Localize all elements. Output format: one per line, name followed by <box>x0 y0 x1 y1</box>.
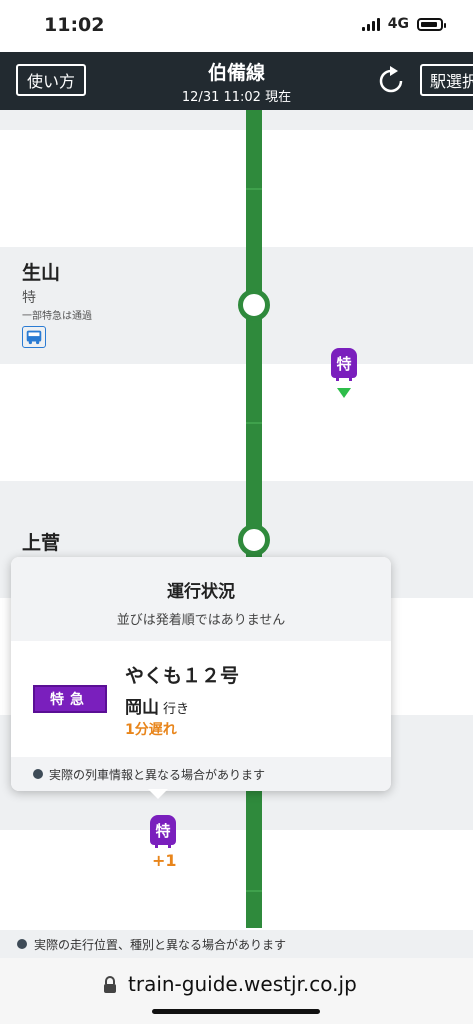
train-count-badge: +1 <box>152 851 177 870</box>
info-dot-icon <box>17 939 27 949</box>
track-tick <box>246 890 262 892</box>
line-track <box>246 110 262 928</box>
status-bar: 11:02 4G <box>0 0 473 52</box>
train-type-badge: 特急 <box>33 685 107 713</box>
popup-subtitle: 並びは発着順ではありません <box>116 613 286 628</box>
section-band <box>0 110 473 130</box>
delay-status: 1分遅れ <box>125 722 177 738</box>
station-stop-type: 特 <box>22 290 36 306</box>
popup-header: 運行状況 並びは発着順ではありません <box>11 557 391 641</box>
track-tick <box>246 188 262 190</box>
app-header: 使い方 伯備線 12/31 11:02 現在 駅選択 <box>0 52 473 110</box>
popup-footer-text: 実際の列車情報と異なる場合があります <box>49 768 266 782</box>
destination-name: 岡山 <box>125 698 159 718</box>
home-indicator[interactable] <box>152 1009 320 1014</box>
network-label: 4G <box>387 16 409 32</box>
station-name[interactable]: 上菅 <box>22 528 60 555</box>
popup-title: 運行状況 <box>167 582 235 602</box>
refresh-icon[interactable] <box>374 64 408 98</box>
bottom-disclaimer-text: 実際の走行位置、種別と異なる場合があります <box>34 938 287 952</box>
station-note: 一部特急は通過 <box>22 311 92 322</box>
station-band <box>0 247 473 364</box>
battery-icon <box>417 17 446 31</box>
status-time: 11:02 <box>44 14 105 36</box>
operation-status-popup: 運行状況 並びは発着順ではありません 特急 やくも１２号 岡山 行き 1分遅れ 実… <box>11 557 391 791</box>
direction-down-icon <box>337 388 351 398</box>
bus-icon[interactable] <box>22 326 46 348</box>
bottom-disclaimer: 実際の走行位置、種別と異なる場合があります <box>0 930 473 958</box>
train-destination: 岡山 行き <box>125 693 189 718</box>
popup-pointer <box>148 789 168 799</box>
info-dot-icon <box>33 769 43 779</box>
train-marker-limited-express[interactable]: 特 <box>150 815 176 848</box>
browser-url-bar[interactable]: train-guide.westjr.co.jp <box>0 958 473 1024</box>
station-select-button[interactable]: 駅選択 <box>420 64 473 96</box>
station-name[interactable]: 生山 <box>22 258 60 285</box>
station-node <box>238 289 270 321</box>
track-tick <box>246 422 262 424</box>
train-marker-limited-express[interactable]: 特 <box>331 348 357 381</box>
train-name[interactable]: やくも１２号 <box>125 661 239 688</box>
url-text[interactable]: train-guide.westjr.co.jp <box>128 972 357 996</box>
signal-icon <box>361 17 380 31</box>
lock-icon <box>104 976 116 993</box>
station-node <box>238 524 270 556</box>
popup-footer: 実際の列車情報と異なる場合があります <box>11 757 391 791</box>
status-icons: 4G <box>361 16 446 32</box>
destination-suffix: 行き <box>163 702 190 717</box>
